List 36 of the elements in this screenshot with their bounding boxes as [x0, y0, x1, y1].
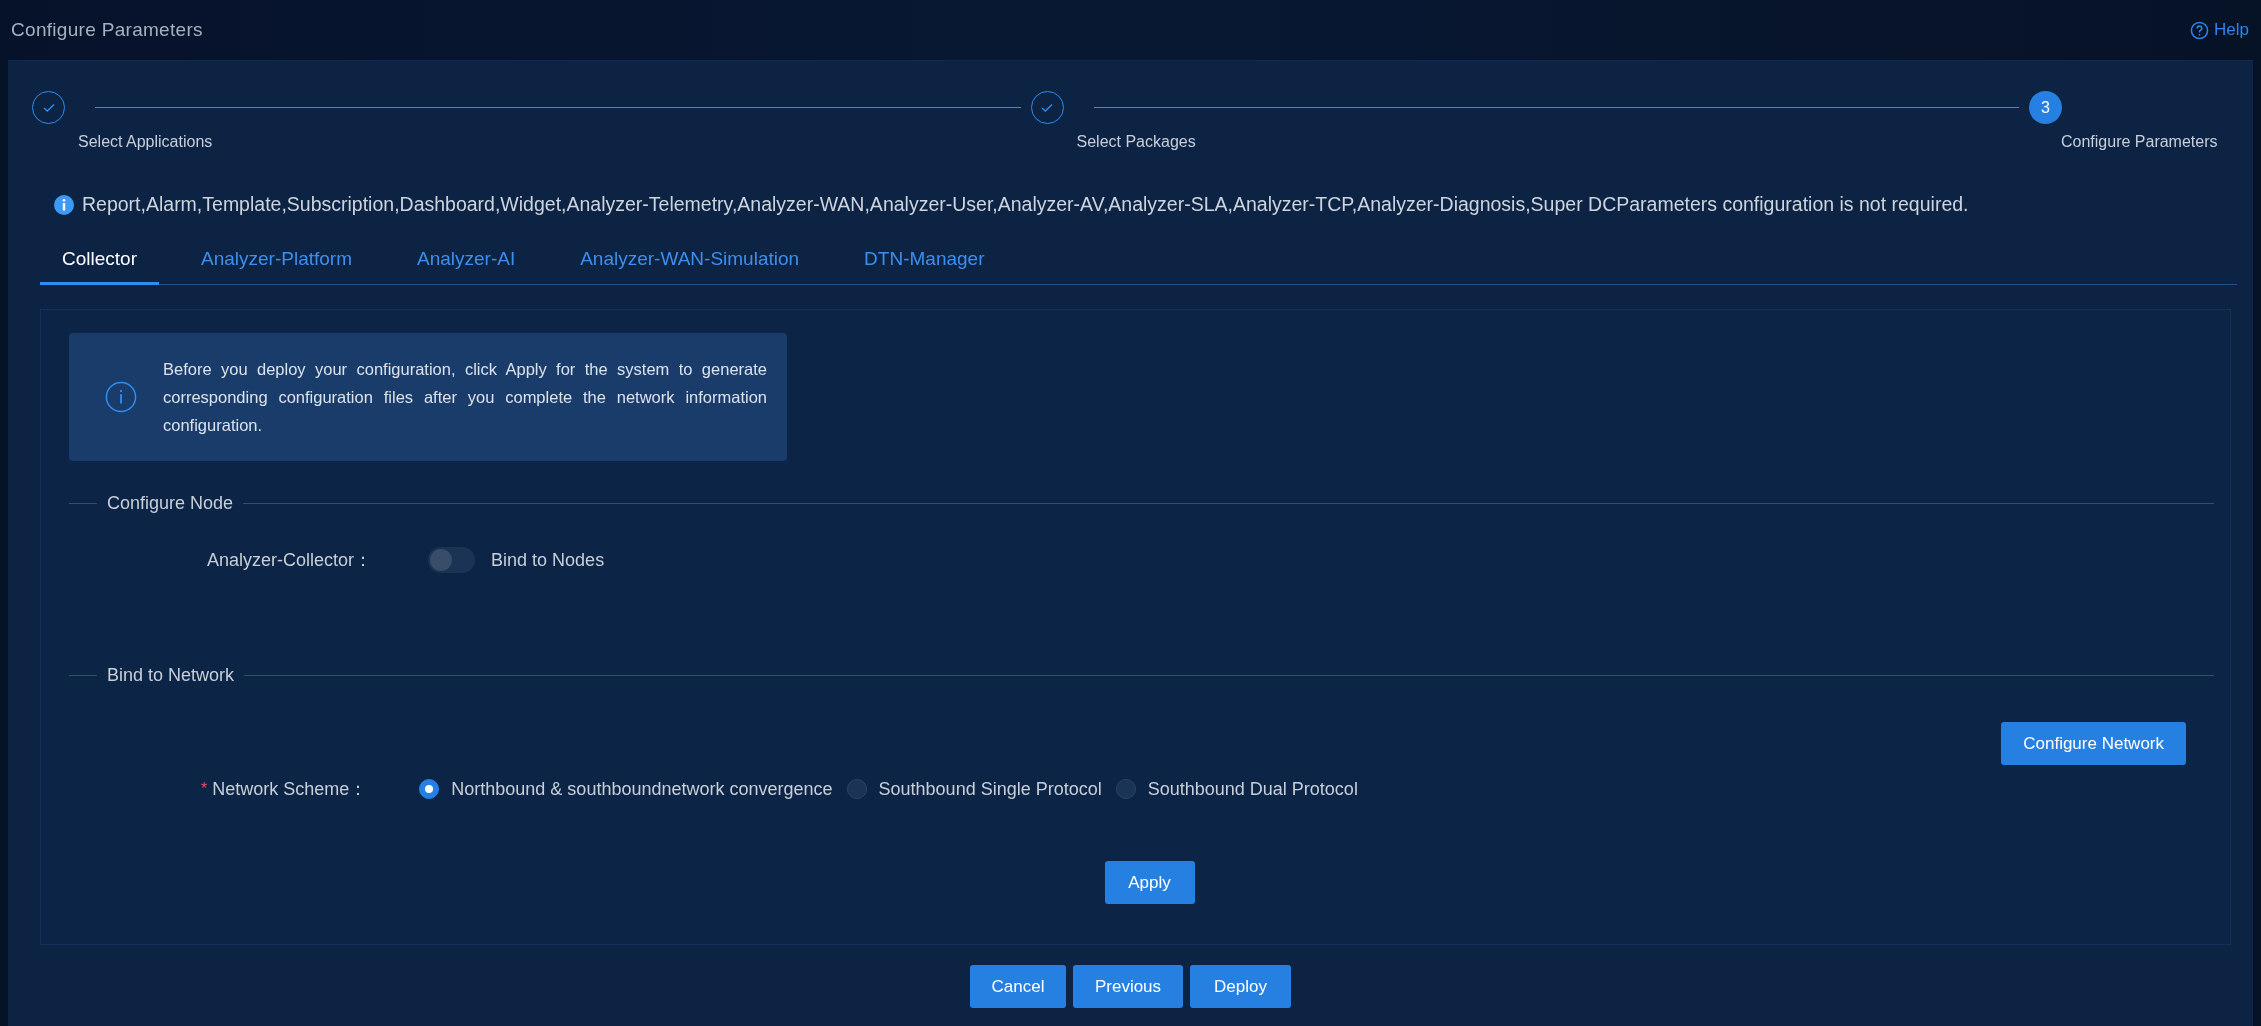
tab[interactable]: Analyzer-WAN-Simulation	[558, 238, 822, 285]
toggle-label: Bind to Nodes	[491, 549, 605, 571]
tab[interactable]: Analyzer-Platform	[179, 238, 374, 285]
section-title: Configure Node	[106, 493, 235, 514]
tab[interactable]: Collector	[40, 238, 159, 285]
help-icon	[2190, 20, 2210, 40]
footer-button[interactable]: Cancel	[970, 965, 1066, 1008]
tab[interactable]: DTN-Manager	[842, 238, 1007, 285]
info-icon	[105, 381, 137, 413]
radio-button[interactable]	[846, 779, 867, 799]
radio-label: Southbound Single Protocol	[878, 778, 1102, 800]
step-label: Select Applications	[78, 133, 214, 151]
radio-label: Southbound Dual Protocol	[1147, 778, 1358, 800]
help-link[interactable]: Help	[2190, 20, 2249, 40]
info-icon	[54, 194, 74, 215]
check-icon	[42, 102, 55, 113]
info-text: Before you deploy your configuration, click Apply for the system to generate corresponding configuration files after you complete the network information configuration.	[163, 359, 767, 436]
radio-label: Northbound & southboundnetwork convergence	[451, 778, 833, 800]
apply-button[interactable]: Apply	[1104, 861, 1195, 904]
footer-button[interactable]: Deploy	[1190, 965, 1291, 1008]
section-title: Bind to Network	[106, 665, 236, 686]
radio-button[interactable]	[419, 779, 440, 799]
field-label: Network Scheme：	[212, 778, 368, 801]
footer-button[interactable]: Previous	[1073, 965, 1183, 1008]
step-number: 3	[2029, 91, 2062, 124]
window-title: Configure Parameters	[11, 19, 203, 41]
toggle-switch[interactable]	[428, 547, 476, 573]
step-label: Select Packages	[1076, 133, 1197, 151]
tab[interactable]: Analyzer-AI	[395, 238, 538, 285]
radio-button[interactable]	[1115, 779, 1136, 799]
configure-network-button[interactable]: Configure Network	[2001, 722, 2186, 765]
field-label: Analyzer-Collector：	[207, 549, 373, 572]
required-mark: *	[201, 780, 208, 798]
check-icon	[1041, 102, 1053, 113]
step-label: Configure Parameters	[2061, 133, 2219, 151]
notice-text: Report,Alarm,Template,Subscription,Dashboard,Widget,Analyzer-Telemetry,Analyzer-WAN,Analyzer-User,Analyzer-AV,Analyzer-SLA,Analyzer-TCP,Analyzer-Diagnosis,Super DCParameters configuration is not required.	[82, 193, 1969, 216]
